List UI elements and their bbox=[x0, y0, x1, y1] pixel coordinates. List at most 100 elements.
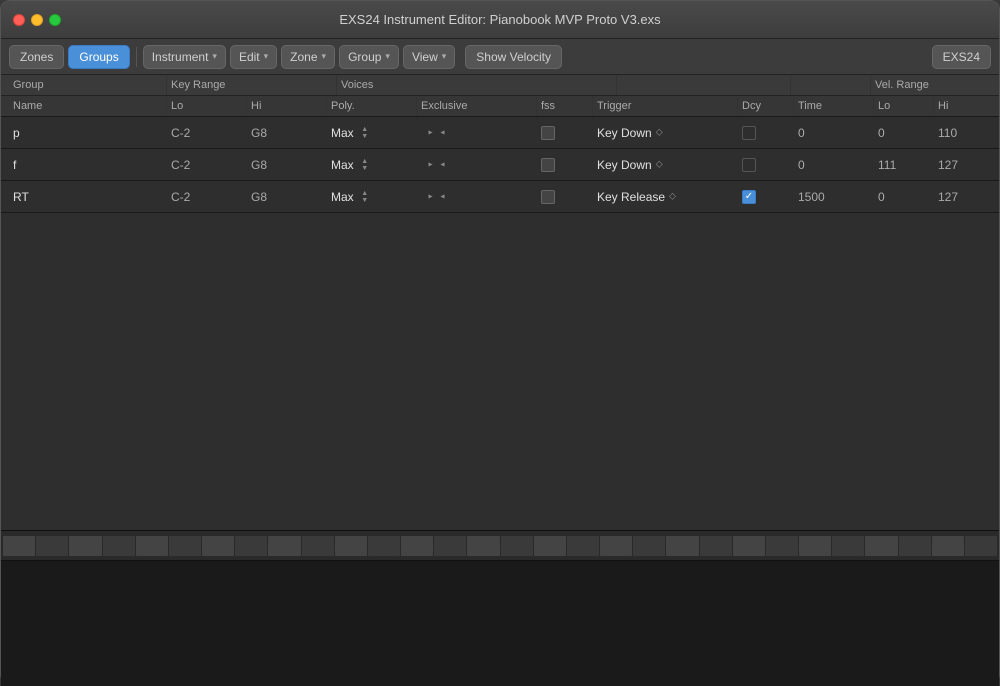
maximize-button[interactable] bbox=[49, 14, 61, 26]
row3-exclusive: ▲ ▼ bbox=[417, 189, 537, 204]
vel-block bbox=[3, 536, 35, 556]
vel-block bbox=[865, 536, 897, 556]
exclusive-stepper[interactable]: ▲ ▼ bbox=[425, 161, 447, 168]
vel-block bbox=[501, 536, 533, 556]
vel-block bbox=[965, 536, 997, 556]
vel-block bbox=[700, 536, 732, 556]
stepper-up[interactable]: ▲ bbox=[360, 158, 370, 165]
chevron-down-icon: ▾ bbox=[442, 51, 447, 62]
edit-dropdown[interactable]: Edit ▾ bbox=[230, 45, 277, 69]
dcy-checkbox[interactable] bbox=[742, 158, 756, 172]
row1-fss[interactable] bbox=[537, 122, 593, 144]
row2-lo: C-2 bbox=[167, 154, 247, 176]
row2-fss[interactable] bbox=[537, 154, 593, 176]
dcy-subheader: Dcy bbox=[738, 96, 794, 116]
row3-dcy[interactable]: ✓ bbox=[738, 186, 794, 208]
row1-name: p bbox=[9, 122, 167, 144]
vel-range-header: Vel. Range bbox=[871, 75, 991, 95]
vel-block bbox=[633, 536, 665, 556]
fss-checkbox[interactable] bbox=[541, 126, 555, 140]
row2-hi: G8 bbox=[247, 154, 327, 176]
toolbar: Zones Groups Instrument ▾ Edit ▾ Zone ▾ … bbox=[1, 39, 999, 75]
stepper-left[interactable]: ▲ bbox=[427, 192, 434, 202]
table-row: f C-2 G8 Max ▲ ▼ ▲ ▼ Key Down ⬦ 0 bbox=[1, 149, 999, 181]
zones-button[interactable]: Zones bbox=[9, 45, 64, 69]
vel-block bbox=[169, 536, 201, 556]
groups-button[interactable]: Groups bbox=[68, 45, 129, 69]
poly-stepper[interactable]: ▲ ▼ bbox=[360, 158, 370, 172]
vel-block bbox=[136, 536, 168, 556]
piano-svg: .wk { fill: #e8e8e8; stroke: #888; strok… bbox=[1, 561, 999, 686]
vel-block bbox=[766, 536, 798, 556]
stepper-left[interactable]: ▲ bbox=[427, 160, 434, 170]
stepper-right[interactable]: ▼ bbox=[439, 128, 446, 138]
separator-1 bbox=[136, 47, 137, 67]
voices-header: Voices bbox=[337, 75, 617, 95]
trigger-chevron-icon[interactable]: ⬦ bbox=[669, 191, 676, 202]
row2-name: f bbox=[9, 154, 167, 176]
chevron-down-icon: ▾ bbox=[212, 51, 217, 62]
vel-block bbox=[799, 536, 831, 556]
instrument-dropdown[interactable]: Instrument ▾ bbox=[143, 45, 226, 69]
vel-block bbox=[235, 536, 267, 556]
stepper-right[interactable]: ▼ bbox=[439, 192, 446, 202]
time-subheader: Time bbox=[794, 96, 874, 116]
dcy-checkbox[interactable] bbox=[742, 126, 756, 140]
group-dropdown[interactable]: Group ▾ bbox=[339, 45, 399, 69]
vel-block bbox=[534, 536, 566, 556]
vel-block bbox=[335, 536, 367, 556]
title-bar: EXS24 Instrument Editor: Pianobook MVP P… bbox=[1, 1, 999, 39]
row3-lo: C-2 bbox=[167, 186, 247, 208]
vel-block bbox=[103, 536, 135, 556]
empty-header2 bbox=[791, 75, 871, 95]
dcy-checkbox[interactable]: ✓ bbox=[742, 190, 756, 204]
vel-block bbox=[467, 536, 499, 556]
empty-header bbox=[617, 75, 791, 95]
fss-checkbox[interactable] bbox=[541, 158, 555, 172]
vel-block bbox=[268, 536, 300, 556]
row1-lo-vel: 0 bbox=[874, 122, 934, 144]
stepper-left[interactable]: ▲ bbox=[427, 128, 434, 138]
exs24-button[interactable]: EXS24 bbox=[932, 45, 991, 69]
exclusive-stepper[interactable]: ▲ ▼ bbox=[425, 193, 447, 200]
stepper-up[interactable]: ▲ bbox=[360, 190, 370, 197]
exclusive-stepper[interactable]: ▲ ▼ bbox=[425, 129, 447, 136]
row3-hi-vel: 127 bbox=[934, 186, 996, 208]
minimize-button[interactable] bbox=[31, 14, 43, 26]
vel-block bbox=[932, 536, 964, 556]
close-button[interactable] bbox=[13, 14, 25, 26]
piano-keys: .wk { fill: #e8e8e8; stroke: #888; strok… bbox=[1, 561, 999, 686]
row1-poly: Max ▲ ▼ bbox=[327, 122, 417, 144]
trigger-chevron-icon[interactable]: ⬦ bbox=[656, 159, 663, 170]
stepper-down[interactable]: ▼ bbox=[360, 165, 370, 172]
group-col-header: Group bbox=[9, 75, 167, 95]
row2-dcy[interactable] bbox=[738, 154, 794, 176]
fss-subheader: fss bbox=[537, 96, 593, 116]
row1-lo: C-2 bbox=[167, 122, 247, 144]
window-title: EXS24 Instrument Editor: Pianobook MVP P… bbox=[339, 12, 660, 27]
stepper-down[interactable]: ▼ bbox=[360, 197, 370, 204]
stepper-right[interactable]: ▼ bbox=[439, 160, 446, 170]
fss-checkbox[interactable] bbox=[541, 190, 555, 204]
vel-block bbox=[202, 536, 234, 556]
velocity-strip bbox=[1, 531, 999, 561]
row1-dcy[interactable] bbox=[738, 122, 794, 144]
view-dropdown[interactable]: View ▾ bbox=[403, 45, 455, 69]
hi-vel-subheader: Hi bbox=[934, 96, 996, 116]
poly-stepper[interactable]: ▲ ▼ bbox=[360, 190, 370, 204]
trigger-chevron-icon[interactable]: ⬦ bbox=[656, 127, 663, 138]
row3-time: 1500 bbox=[794, 186, 874, 208]
key-range-header: Key Range bbox=[167, 75, 337, 95]
chevron-down-icon: ▾ bbox=[322, 51, 327, 62]
stepper-down[interactable]: ▼ bbox=[360, 133, 370, 140]
traffic-lights bbox=[13, 14, 61, 26]
stepper-up[interactable]: ▲ bbox=[360, 126, 370, 133]
vel-block bbox=[666, 536, 698, 556]
row3-fss[interactable] bbox=[537, 186, 593, 208]
zone-dropdown[interactable]: Zone ▾ bbox=[281, 45, 335, 69]
poly-stepper[interactable]: ▲ ▼ bbox=[360, 126, 370, 140]
chevron-down-icon: ▾ bbox=[264, 51, 269, 62]
show-velocity-button[interactable]: Show Velocity bbox=[465, 45, 562, 69]
vel-block bbox=[733, 536, 765, 556]
row3-hi: G8 bbox=[247, 186, 327, 208]
